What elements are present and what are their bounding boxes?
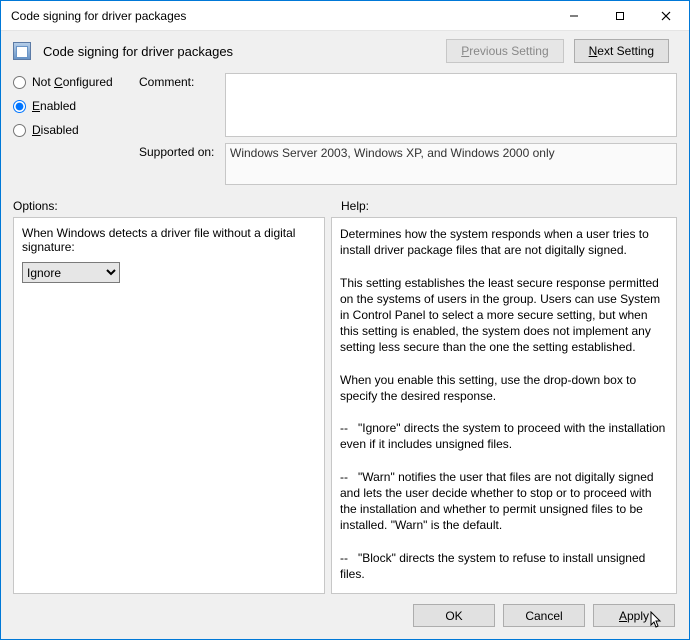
dialog-buttons: OK Cancel Apply (1, 594, 689, 639)
gpo-setting-dialog: Code signing for driver packages Code si… (0, 0, 690, 640)
radio-disabled[interactable]: Disabled (13, 123, 131, 137)
close-icon (661, 11, 671, 21)
options-panel: When Windows detects a driver file witho… (13, 217, 325, 594)
options-label: Options: (13, 199, 331, 213)
maximize-icon (615, 11, 625, 21)
ok-button[interactable]: OK (413, 604, 495, 627)
supported-textarea: Windows Server 2003, Windows XP, and Win… (225, 143, 677, 185)
apply-button[interactable]: Apply (593, 604, 675, 627)
comment-textarea[interactable] (225, 73, 677, 137)
radio-not-configured[interactable]: Not Configured (13, 75, 131, 89)
state-radio-group: Not Configured Enabled Disabled (13, 73, 131, 137)
supported-label: Supported on: (139, 143, 221, 159)
policy-icon (13, 42, 31, 60)
help-label: Help: (341, 199, 369, 213)
comment-label: Comment: (139, 73, 221, 89)
radio-enabled-input[interactable] (13, 100, 26, 113)
window-buttons (551, 1, 689, 30)
header-row: Code signing for driver packages Previou… (1, 31, 689, 73)
radio-not-configured-input[interactable] (13, 76, 26, 89)
close-button[interactable] (643, 1, 689, 30)
nav-buttons: Previous Setting Next Setting (446, 39, 677, 63)
section-labels: Options: Help: (1, 189, 689, 217)
help-panel[interactable]: Determines how the system responds when … (331, 217, 677, 594)
header-title: Code signing for driver packages (41, 44, 436, 59)
signature-action-select[interactable]: IgnoreWarnBlock (22, 262, 120, 283)
minimize-icon (569, 11, 579, 21)
next-setting-button[interactable]: Next Setting (574, 39, 669, 63)
maximize-button[interactable] (597, 1, 643, 30)
radio-enabled[interactable]: Enabled (13, 99, 131, 113)
titlebar: Code signing for driver packages (1, 1, 689, 31)
radio-disabled-input[interactable] (13, 124, 26, 137)
options-prompt: When Windows detects a driver file witho… (22, 226, 316, 254)
panels: When Windows detects a driver file witho… (1, 217, 689, 594)
previous-setting-button: Previous Setting (446, 39, 563, 63)
config-row: Not Configured Enabled Disabled Comment:… (1, 73, 689, 189)
window-title: Code signing for driver packages (11, 9, 551, 23)
cancel-button[interactable]: Cancel (503, 604, 585, 627)
minimize-button[interactable] (551, 1, 597, 30)
comment-column: Comment: Supported on: Windows Server 20… (139, 73, 677, 185)
